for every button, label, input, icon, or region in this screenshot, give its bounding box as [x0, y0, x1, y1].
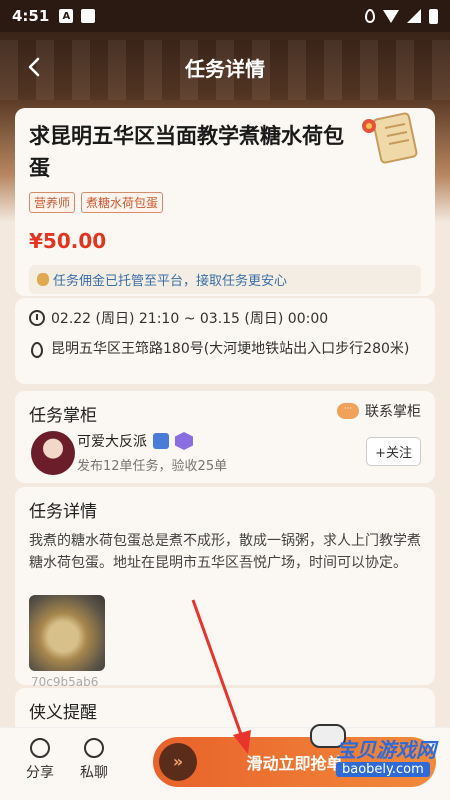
task-price: ¥50.00: [29, 229, 107, 253]
scroll-icon: [362, 112, 418, 164]
contact-owner-label: 联系掌柜: [365, 404, 421, 420]
share-label: 分享: [26, 765, 54, 781]
time-row: 02.22 (周日) 21:10 ~ 03.15 (周日) 00:00: [29, 308, 421, 328]
location-status-icon: [365, 9, 375, 23]
owner-stats: 发布12单任务，验收25单: [77, 459, 228, 474]
photo-caption: 70c9b5ab6: [31, 675, 99, 689]
schedule-card: 02.22 (周日) 21:10 ~ 03.15 (周日) 00:00 昆明五华…: [15, 298, 435, 384]
message-icon: [84, 738, 104, 758]
address-row[interactable]: 昆明五华区王筇路180号(大河埂地铁站出入口步行280米): [29, 338, 421, 360]
watermark-url: baobely.com: [336, 762, 430, 777]
private-chat-button[interactable]: 私聊: [74, 738, 114, 782]
private-chat-label: 私聊: [80, 765, 108, 781]
verified-badge-icon: [153, 433, 169, 449]
watermark-logo: 宝贝游戏网 baobely.com: [308, 714, 448, 786]
detail-photo[interactable]: [29, 595, 105, 671]
contact-owner-button[interactable]: ··· 联系掌柜: [337, 401, 421, 421]
task-summary-card: 求昆明五华区当面教学煮糖水荷包蛋 营养师 煮糖水荷包蛋 ¥50.00 任务佣金已…: [15, 108, 435, 296]
battery-icon: [429, 8, 438, 24]
status-time: 4:51: [12, 7, 50, 25]
follow-button[interactable]: +关注: [366, 437, 421, 466]
avatar[interactable]: [31, 431, 75, 475]
double-chevron-right-icon[interactable]: »: [159, 743, 197, 781]
owner-card: 任务掌柜 ··· 联系掌柜 可爱大反派 发布12单任务，验收25单 +关注: [15, 391, 435, 483]
tag-sweet-egg: 煮糖水荷包蛋: [81, 192, 164, 213]
watermark-text: 宝贝游戏网: [336, 738, 436, 762]
task-title: 求昆明五华区当面教学煮糖水荷包蛋: [29, 124, 344, 180]
chat-bubble-icon: ···: [337, 403, 359, 419]
time-range: 02.22 (周日) 21:10 ~ 03.15 (周日) 00:00: [51, 311, 329, 327]
task-detail-card: 任务详情 我煮的糖水荷包蛋总是煮不成形，散成一锅粥，求人上门教学煮糖水荷包蛋。地…: [15, 487, 435, 689]
a-notification-icon: A: [59, 9, 74, 23]
address-text: 昆明五华区王筇路180号(大河埂地铁站出入口步行280米): [51, 341, 410, 357]
owner-name-row: 可爱大反派: [77, 431, 193, 451]
location-pin-icon: [31, 342, 43, 358]
tag-nutritionist: 营养师: [29, 192, 76, 213]
money-bag-icon: [37, 273, 49, 286]
task-tags: 营养师 煮糖水荷包蛋: [29, 192, 421, 213]
detail-section-title: 任务详情: [29, 502, 97, 522]
notification-square-icon: [81, 9, 96, 23]
share-icon: [30, 738, 50, 758]
share-button[interactable]: 分享: [20, 738, 60, 782]
detail-text: 我煮的糖水荷包蛋总是煮不成形，散成一锅粥，求人上门教学煮糖水荷包蛋。地址在昆明市…: [29, 533, 421, 571]
escrow-notice: 任务佣金已托管至平台，接取任务更安心: [29, 265, 421, 294]
owner-name: 可爱大反派: [77, 434, 147, 450]
level-badge-icon: [175, 432, 193, 450]
wifi-icon: [383, 9, 399, 23]
page-title: 任务详情: [185, 57, 265, 81]
status-bar: 4:51 A: [0, 0, 450, 32]
escrow-notice-text: 任务佣金已托管至平台，接取任务更安心: [53, 274, 288, 289]
clock-icon: [29, 310, 45, 326]
signal-icon: [407, 9, 421, 23]
